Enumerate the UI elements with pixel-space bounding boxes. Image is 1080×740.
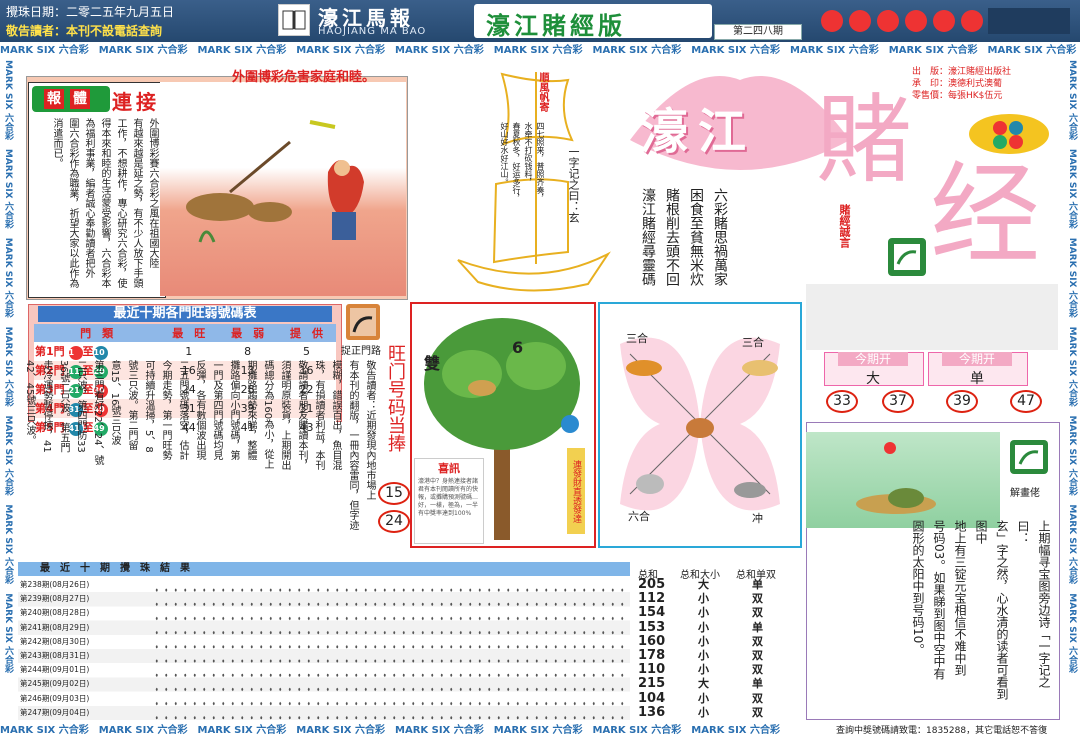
report-headline: 外圍博彩危害家庭和睦。 xyxy=(232,70,376,85)
today-number-4: 47 xyxy=(1010,390,1042,413)
table-row: 第242期(08月30日) xyxy=(20,636,90,646)
draw-date: 攪珠日期：二零二五年九月五日 xyxy=(6,5,175,19)
title-part-3: 经 xyxy=(930,151,1040,279)
hand-icon xyxy=(888,238,926,276)
issue-number: 第二四八期 xyxy=(714,24,802,40)
table-row: 第241期(08月29日) xyxy=(20,622,90,632)
ball-badge-icon xyxy=(968,112,1050,156)
poem-small: 四七照来，普照齐奏， 水牵不打砍钱料， 春夏秋冬，好运多行， 好山好水好江山。 xyxy=(500,122,545,202)
tree-number: 6 xyxy=(512,338,524,357)
results-sums: 205 112 154 153 160 178 110 215 104 136 xyxy=(638,577,666,720)
today-label-1: 今期开 xyxy=(838,352,908,366)
notice-block: 敬告讀者：近期發現內地市場上 有本刊的翻版，一冊內容雷同，但字迹 模糊，錯誤百出，魚… xyxy=(24,360,375,530)
reader-warning: 敬告讀者：本刊不設電話查詢 xyxy=(6,24,163,38)
stats-header-3: 提 供 xyxy=(290,327,324,340)
top-border-strip: MARK SIX 六合彩 MARK SIX 六合彩 MARK SIX 六合彩 M… xyxy=(0,45,1077,56)
stats-header-1: 最 旺 xyxy=(172,327,206,340)
title-part-2: 賭 xyxy=(816,84,912,196)
left-border-strip: MARK SIX 六合彩 MARK SIX 六合彩 MARK SIX 六合彩 M… xyxy=(3,60,13,674)
sail-label: 順風帆寄 xyxy=(537,72,548,112)
today-gray-box xyxy=(806,284,1058,350)
table-row: 第1門 1 至10 185 xyxy=(34,342,336,361)
today-label-2: 今期开 xyxy=(942,352,1012,366)
table-row: 第245期(09月02日) xyxy=(20,679,90,689)
explain-illustration xyxy=(806,432,1000,528)
table-row: 第239期(08月27日) xyxy=(20,594,90,604)
edition-title: 濠江賭經版 xyxy=(486,11,626,40)
today-number-3: 39 xyxy=(946,390,978,413)
motto-block: 六彩賭思禍萬家 困食至貧無米炊 賭根削去頭不回 濠江賭經尋靈碼 xyxy=(640,188,728,286)
report-body: 外圍博彩賽六合彩之風在祖國大陸 有越來越是延之勢，有不少人放下手頭 工作，不想耕作，… xyxy=(51,118,158,288)
zodiac-bl: 六合 xyxy=(628,510,650,523)
zodiac-tr: 三合 xyxy=(742,336,764,349)
tree-banner: 連發財直透發達 xyxy=(567,448,585,534)
footer-contact: 查詢中獎號碼請致電：1835288，其它電話恕不答復 xyxy=(836,722,1064,740)
table-row: 第247期(09月04日) xyxy=(20,707,90,717)
wangmen-title: 旺门号码当捧 xyxy=(385,344,406,452)
motto-label: 賭經誠言 xyxy=(838,204,851,248)
paper-pinyin: HAOJIANG MA BAO xyxy=(318,26,427,37)
wangmen-number-1: 15 xyxy=(378,482,410,505)
news-body: 濠港中？身熱連接者諸君有本刊閱讀所有的快報，或攤購預測號碼…好，一樣，極為，一半… xyxy=(418,478,479,517)
book-icon xyxy=(278,4,310,36)
table-row: 第240期(08月28日) xyxy=(20,608,90,618)
title-part-1: 濠江 xyxy=(640,104,757,160)
news-title: 喜訊 xyxy=(438,462,460,475)
stats-header-2: 最 弱 xyxy=(231,327,265,340)
wangmen-number-2: 24 xyxy=(378,510,410,533)
table-row: 第243期(08月31日) xyxy=(20,651,90,661)
stats-header-0: 門 類 xyxy=(80,327,114,340)
report-label-3: 連 xyxy=(112,90,132,114)
results-odd-even: 单双双单双双双单双双 xyxy=(752,578,763,719)
stats-title: 最近十期各門旺弱號碼表 xyxy=(38,306,332,322)
report-label-1: 報 xyxy=(44,89,64,109)
report-label-2: 體 xyxy=(70,89,90,109)
today-number-1: 33 xyxy=(826,390,858,413)
today-size: 大 xyxy=(866,371,880,387)
stats-badge-label: 捉正門路 xyxy=(341,346,381,357)
table-row: 第244期(09月01日) xyxy=(20,665,90,675)
zodiac-tl: 三合 xyxy=(626,332,648,345)
report-label-4: 接 xyxy=(136,90,156,114)
table-row: 第238期(08月26日) xyxy=(20,580,90,589)
results-dot-grid xyxy=(150,578,626,720)
lottery-balls-icon xyxy=(812,6,1072,36)
explain-badge: 解畫佬 xyxy=(1010,488,1040,499)
table-row: 第246期(09月03日) xyxy=(20,693,90,703)
hand-pointer-icon xyxy=(346,304,380,340)
explain-body: 上期幅寻宝图旁边诗「一字记之曰： 玄」字之然，心水清的读者可看到图中 地上有三锭元宝… xyxy=(911,520,1051,700)
today-odd-even: 单 xyxy=(970,371,984,387)
today-number-2: 37 xyxy=(882,390,914,413)
results-title: 最 近 十 期 攪 珠 結 果 xyxy=(18,562,630,576)
report-illustration xyxy=(160,82,406,296)
publisher-info: 出 版：濠江賭經出版社承 印：澳德利式澳葡 零售價：每張HK$伍元 xyxy=(912,67,1012,101)
explain-hand-icon xyxy=(1010,440,1048,474)
zodiac-br: 冲 xyxy=(752,512,763,525)
results-periods: 第238期(08月26日) 第239期(08月27日) 第240期(08月28日… xyxy=(20,578,89,720)
results-sizes: 大小小小小小小大小小 xyxy=(698,578,709,719)
poem-main-line: 一字记之曰：玄 xyxy=(567,146,580,223)
right-border-strip: MARK SIX 六合彩 MARK SIX 六合彩 MARK SIX 六合彩 M… xyxy=(1067,60,1077,674)
tree-label: 雙 xyxy=(424,354,441,373)
